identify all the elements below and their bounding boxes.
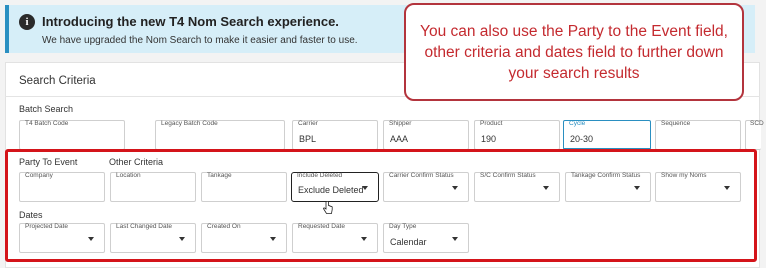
info-icon: i xyxy=(19,14,35,30)
field-label: Carrier xyxy=(298,120,318,127)
t4-batch-code-field[interactable]: T4 Batch Code xyxy=(19,120,125,150)
hand-cursor-icon xyxy=(323,201,333,214)
field-value: AAA xyxy=(390,134,409,144)
field-value: 20-30 xyxy=(570,134,594,144)
search-criteria-title: Search Criteria xyxy=(19,75,96,87)
legacy-batch-code-field[interactable]: Legacy Batch Code xyxy=(155,120,285,150)
sequence-field[interactable]: Sequence xyxy=(655,120,741,150)
carrier-field[interactable]: Carrier BPL xyxy=(292,120,378,150)
field-value: BPL xyxy=(299,134,317,144)
batch-search-label: Batch Search xyxy=(19,104,74,114)
highlight-box xyxy=(5,149,757,262)
field-label: SCD xyxy=(750,120,764,127)
annotation-callout: You can also use the Party to the Event … xyxy=(404,3,744,101)
scd-field[interactable]: SCD xyxy=(745,120,764,150)
cycle-field[interactable]: Cycle 20-30 xyxy=(563,120,651,150)
field-label: Sequence xyxy=(661,120,691,127)
field-label: Shipper xyxy=(389,120,412,127)
field-label: Cycle xyxy=(569,120,586,127)
field-label: Legacy Batch Code xyxy=(161,120,218,127)
field-label: Product xyxy=(480,120,503,127)
shipper-field[interactable]: Shipper AAA xyxy=(383,120,469,150)
product-field[interactable]: Product 190 xyxy=(474,120,560,150)
banner-title: Introducing the new T4 Nom Search experi… xyxy=(42,14,339,29)
field-label: T4 Batch Code xyxy=(25,120,69,127)
field-value: 190 xyxy=(481,134,497,144)
banner-subtitle: We have upgraded the Nom Search to make … xyxy=(42,35,358,46)
